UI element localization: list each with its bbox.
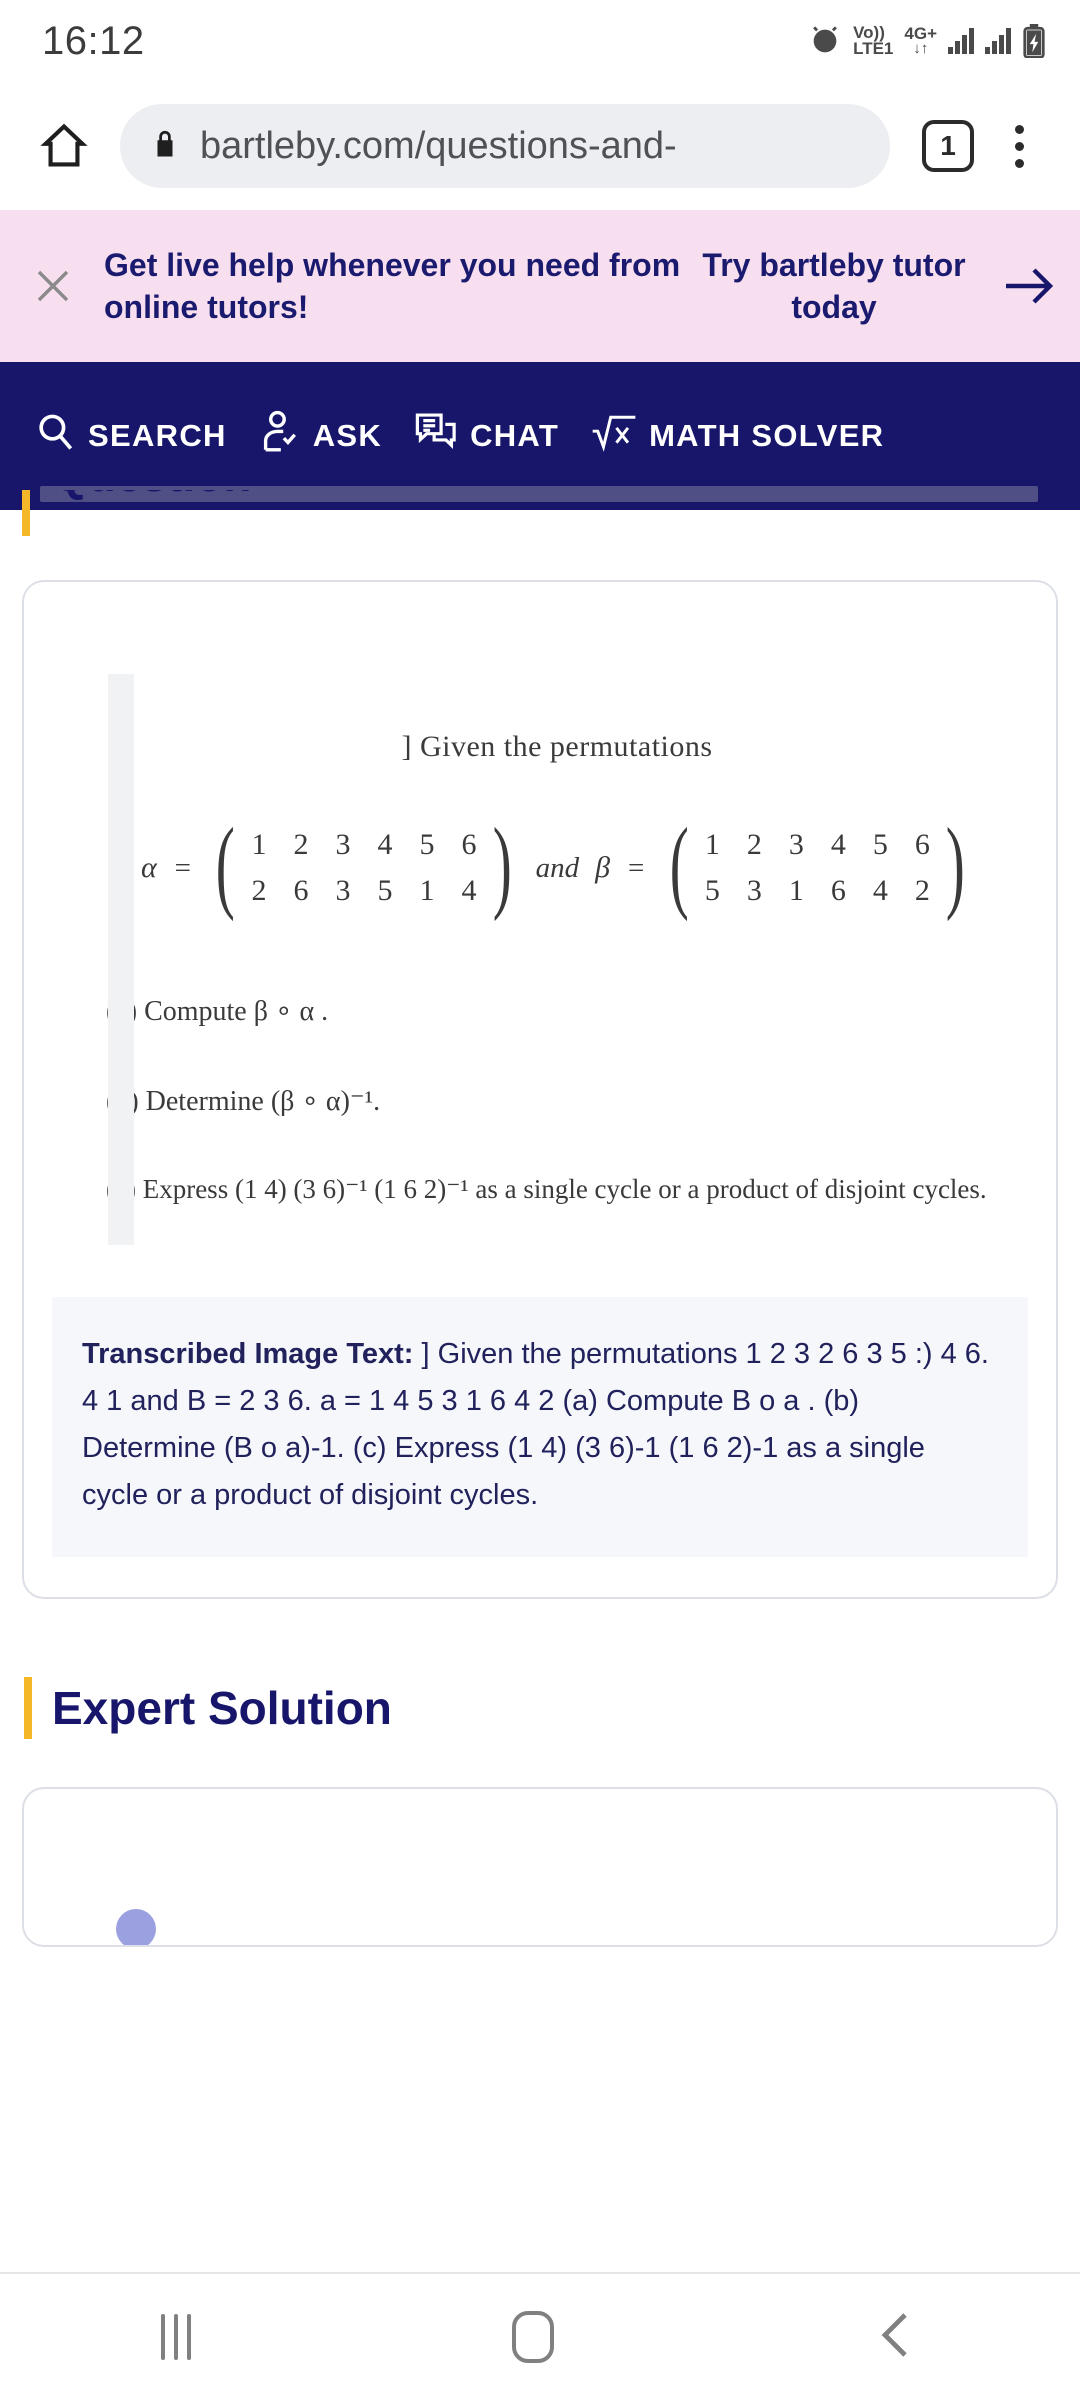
beta-top-row: 1 2 3 4 5 6 [704,828,930,861]
battery-charging-icon [1022,24,1046,58]
and-label: and [535,851,580,884]
chat-bubble-icon [414,411,458,461]
tab-count-button[interactable]: 1 [922,120,974,172]
arrow-right-icon[interactable] [998,264,1062,308]
heading-accent-bar [24,1676,32,1739]
nav-item-chat[interactable]: CHAT [398,411,575,461]
nav-label: CHAT [470,418,560,453]
signal-bars-icon [948,28,974,54]
right-paren: ) [492,807,512,922]
transcribed-text-block: Transcribed Image Text: ] Given the perm… [52,1297,1028,1557]
alpha-symbol: α [141,851,157,884]
site-nav: SEARCH ASK CHAT MATH SOLVER [0,362,1080,510]
signal-bars-icon [985,28,1011,54]
lock-icon [150,127,180,166]
step-indicator-dot [116,1908,156,1945]
beta-matrix: ( 1 2 3 4 5 6 5 3 1 6 4 2) [662,807,973,922]
home-circle-icon[interactable] [511,2311,554,2363]
status-bar: 16:12 Vo)) LTE1 4G+ ↓↑ [0,0,1080,82]
permutation-matrices: α = ( 1 2 3 4 5 6 2 6 3 5 1 4) and β = … [86,807,1028,922]
alpha-top-row: 1 2 3 4 5 6 [251,828,477,861]
transcribed-label: Transcribed Image Text: [82,1338,414,1370]
android-navigation-bar [0,2272,1080,2400]
alpha-matrix: ( 1 2 3 4 5 6 2 6 3 5 1 4) [208,807,519,922]
nav-item-math-solver[interactable]: MATH SOLVER [575,412,900,460]
nav-item-search[interactable]: SEARCH [26,411,243,461]
network-type-indicator: 4G+ ↓↑ [904,23,937,57]
recents-icon[interactable] [160,2314,191,2360]
person-ask-icon [259,410,301,462]
question-part-b: (b) Determine (β ∘ α)⁻¹. [106,1086,381,1117]
left-paren: ( [216,807,236,922]
nav-label: ASK [312,418,383,453]
promo-message: Get live help whenever you need from onl… [104,246,681,325]
alarm-clock-icon [808,24,842,58]
equals-sign: = [172,851,193,884]
question-image: ] Given the permutations α = ( 1 2 3 4 5… [86,674,1028,1245]
heading-accent-bar [22,490,30,536]
beta-symbol: β [595,851,611,884]
search-icon [34,411,76,461]
question-part-c: (c) Express (1 4) (3 6)⁻¹ (1 6 2)⁻¹ as a… [106,1174,987,1204]
promo-cta-label[interactable]: Try bartleby tutor today [684,244,984,328]
nav-label: SEARCH [88,418,227,453]
nav-item-ask[interactable]: ASK [243,410,398,462]
kebab-menu-icon[interactable] [988,124,1050,168]
question-part-a: (a) Compute β ∘ α . [106,996,329,1027]
scan-edge-strip [108,674,134,1245]
close-icon[interactable] [22,262,84,310]
given-permutations-label: ] Given the permutations [401,730,713,763]
nav-label: MATH SOLVER [649,418,885,453]
expert-solution-card [22,1786,1058,1947]
left-paren: ( [669,807,689,922]
home-icon[interactable] [22,120,106,172]
question-heading-text: Question [52,490,251,502]
url-text: bartleby.com/questions-and- [200,124,677,167]
volte-indicator: Vo)) LTE1 [853,22,894,58]
right-paren: ) [946,807,966,922]
question-card: ] Given the permutations α = ( 1 2 3 4 5… [22,580,1058,1599]
page-content: ] Given the permutations α = ( 1 2 3 4 5… [0,580,1080,1947]
alpha-bottom-row: 2 6 3 5 1 4 [251,874,477,907]
back-chevron-icon[interactable] [875,2309,919,2366]
expert-solution-title: Expert Solution [52,1681,392,1734]
question-heading-clipped: Question [0,490,1080,538]
status-icons: Vo)) LTE1 4G+ ↓↑ [808,24,1046,58]
question-parts: (a) Compute β ∘ α . (b) Determine (β ∘ α… [86,994,1028,1205]
square-root-icon [591,412,637,460]
equals-sign: = [626,851,646,884]
browser-toolbar: bartleby.com/questions-and- 1 [0,82,1080,210]
status-time: 16:12 [42,18,145,63]
expert-solution-heading: Expert Solution [24,1676,1058,1739]
promo-banner[interactable]: Get live help whenever you need from onl… [0,210,1080,362]
promo-text: Get live help whenever you need from onl… [84,244,998,328]
url-bar[interactable]: bartleby.com/questions-and- [120,104,890,188]
beta-bottom-row: 5 3 1 6 4 2 [704,874,930,907]
